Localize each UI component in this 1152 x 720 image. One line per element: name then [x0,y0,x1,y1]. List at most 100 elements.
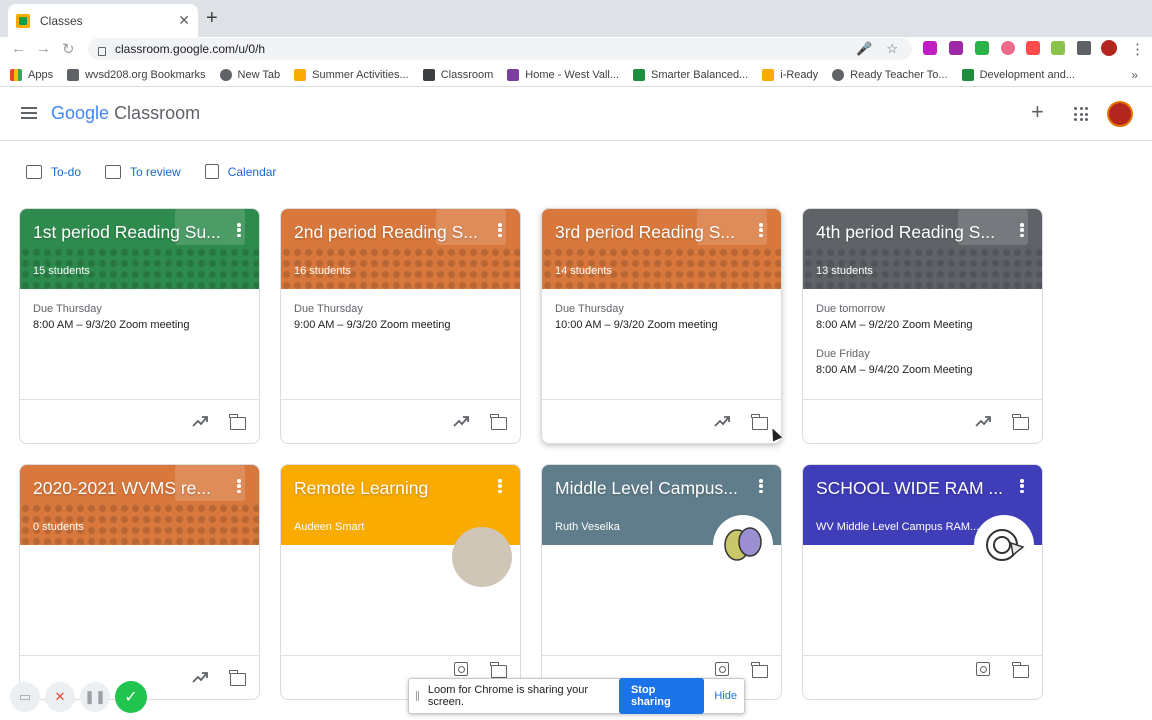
more-options-icon[interactable] [759,223,763,237]
stop-sharing-button[interactable]: Stop sharing [618,678,705,714]
loom-cancel-icon[interactable]: ✕ [45,682,75,712]
folder-icon[interactable] [229,670,246,686]
class-title[interactable]: 1st period Reading Su... [33,222,223,243]
home-icon [507,68,520,81]
trend-icon[interactable] [192,414,208,428]
bookmark-iready[interactable]: i-Ready [762,68,818,81]
class-banner[interactable]: 2nd period Reading S... 16 students [281,209,520,289]
calendar-link[interactable]: Calendar [204,164,276,179]
assignment-link[interactable]: 8:00 AM – 9/3/20 Zoom meeting [33,317,246,333]
drag-handle-icon[interactable] [416,691,419,701]
class-card[interactable]: 2020-2021 WVMS re... 0 students [19,464,260,700]
reload-icon[interactable]: ↻ [62,40,75,58]
review-icon [105,164,122,179]
pdf-extension-icon[interactable] [949,41,963,55]
bookmark-new-tab[interactable]: New Tab [219,68,280,81]
bookmark-summer[interactable]: Summer Activities... [294,68,409,81]
bookmark-star-icon[interactable]: ☆ [886,41,898,57]
more-options-icon[interactable] [759,479,763,493]
todo-link[interactable]: To-do [26,164,81,179]
camera-icon[interactable] [715,662,729,676]
class-banner[interactable]: 2020-2021 WVMS re... 0 students [20,465,259,545]
class-card[interactable]: 4th period Reading S... 13 students Due … [802,208,1043,444]
back-icon[interactable]: ← [11,40,26,57]
folder-icon[interactable] [490,414,507,430]
loom-pause-icon[interactable]: ❚❚ [80,682,110,712]
assignment-link[interactable]: 10:00 AM – 9/3/20 Zoom meeting [555,317,768,333]
bookmark-development[interactable]: Development and... [961,68,1075,81]
folder-icon[interactable] [490,662,507,678]
class-card[interactable]: 1st period Reading Su... 15 students Due… [19,208,260,444]
class-student-count: 0 students [33,521,84,533]
bookmark-apps[interactable]: Apps [10,68,54,81]
class-card[interactable]: 2nd period Reading S... 16 students Due … [280,208,521,444]
more-options-icon[interactable] [1020,479,1024,493]
address-bar[interactable]: classroom.google.com/u/0/h 🎤 ☆ [88,38,912,60]
extension-icon[interactable] [975,41,989,55]
folder-icon[interactable] [229,414,246,430]
loom-camera-toggle-icon[interactable]: ▭ [10,682,40,712]
browser-menu-icon[interactable]: ⋮ [1130,40,1145,58]
extension-icon[interactable] [1051,41,1065,55]
camera-icon[interactable] [454,662,468,676]
main-menu-icon[interactable] [21,107,37,119]
more-bookmarks-icon[interactable]: » [1131,68,1138,82]
bookmark-ready-teacher[interactable]: Ready Teacher To... [832,68,948,81]
loom-extension-icon[interactable] [1001,41,1015,55]
class-title[interactable]: 2020-2021 WVMS re... [33,478,223,499]
trend-icon[interactable] [453,414,469,428]
class-title[interactable]: SCHOOL WIDE RAM ... [816,478,1006,499]
new-tab-icon[interactable]: + [206,8,218,28]
logo-google: Google [51,103,110,123]
bookmark-home[interactable]: Home - West Vall... [507,68,619,81]
microphone-icon[interactable]: 🎤 [856,41,872,57]
extension-icon[interactable] [923,41,937,55]
class-title[interactable]: Middle Level Campus... [555,478,745,499]
google-apps-icon[interactable] [1074,107,1088,121]
bookmark-label: Apps [28,68,54,81]
class-card[interactable]: SCHOOL WIDE RAM ... WV Middle Level Camp… [802,464,1043,700]
folder-icon[interactable] [751,414,768,430]
to-review-link[interactable]: To review [105,164,181,179]
assignment-link[interactable]: 8:00 AM – 9/4/20 Zoom Meeting [816,362,1029,378]
trend-icon[interactable] [975,414,991,428]
trend-icon[interactable] [192,670,208,684]
more-options-icon[interactable] [498,223,502,237]
folder-icon[interactable] [1012,414,1029,430]
class-banner[interactable]: 4th period Reading S... 13 students [803,209,1042,289]
browser-tab[interactable]: Classes ✕ [8,4,198,37]
class-banner[interactable]: 1st period Reading Su... 15 students [20,209,259,289]
class-title[interactable]: 2nd period Reading S... [294,222,484,243]
class-title[interactable]: Remote Learning [294,478,484,499]
camera-icon[interactable] [976,662,990,676]
loom-finish-icon[interactable]: ✓ [115,681,147,713]
account-avatar[interactable] [1107,101,1133,127]
more-options-icon[interactable] [237,479,241,493]
class-card[interactable]: Middle Level Campus... Ruth Veselka [541,464,782,700]
folder-icon[interactable] [1012,662,1029,678]
bookmark-folder[interactable]: wvsd208.org Bookmarks [67,68,206,81]
bookmark-classroom[interactable]: Classroom [422,68,494,81]
class-banner[interactable]: 3rd period Reading S... 14 students [542,209,781,289]
more-options-icon[interactable] [1020,223,1024,237]
class-card[interactable]: 3rd period Reading S... 14 students Due … [541,208,782,444]
bookmark-label: Classroom [440,68,494,81]
profile-avatar[interactable] [1101,40,1117,56]
more-options-icon[interactable] [237,223,241,237]
assignment-link[interactable]: 8:00 AM – 9/2/20 Zoom Meeting [816,317,1029,333]
extensions-puzzle-icon[interactable] [1077,41,1091,55]
trend-icon[interactable] [714,414,730,428]
extension-icon[interactable] [1026,41,1040,55]
google-classroom-logo[interactable]: Google Classroom [51,103,200,124]
create-join-class-icon[interactable]: + [1031,101,1044,123]
bookmark-smarter-balanced[interactable]: Smarter Balanced... [633,68,748,81]
hide-button[interactable]: Hide [714,690,737,702]
class-title[interactable]: 4th period Reading S... [816,222,1006,243]
class-title[interactable]: 3rd period Reading S... [555,222,745,243]
more-options-icon[interactable] [498,479,502,493]
forward-icon[interactable]: → [36,40,51,57]
close-tab-icon[interactable]: ✕ [178,12,190,29]
class-card[interactable]: Remote Learning Audeen Smart [280,464,521,700]
folder-icon[interactable] [751,662,768,678]
assignment-link[interactable]: 9:00 AM – 9/3/20 Zoom meeting [294,317,507,333]
